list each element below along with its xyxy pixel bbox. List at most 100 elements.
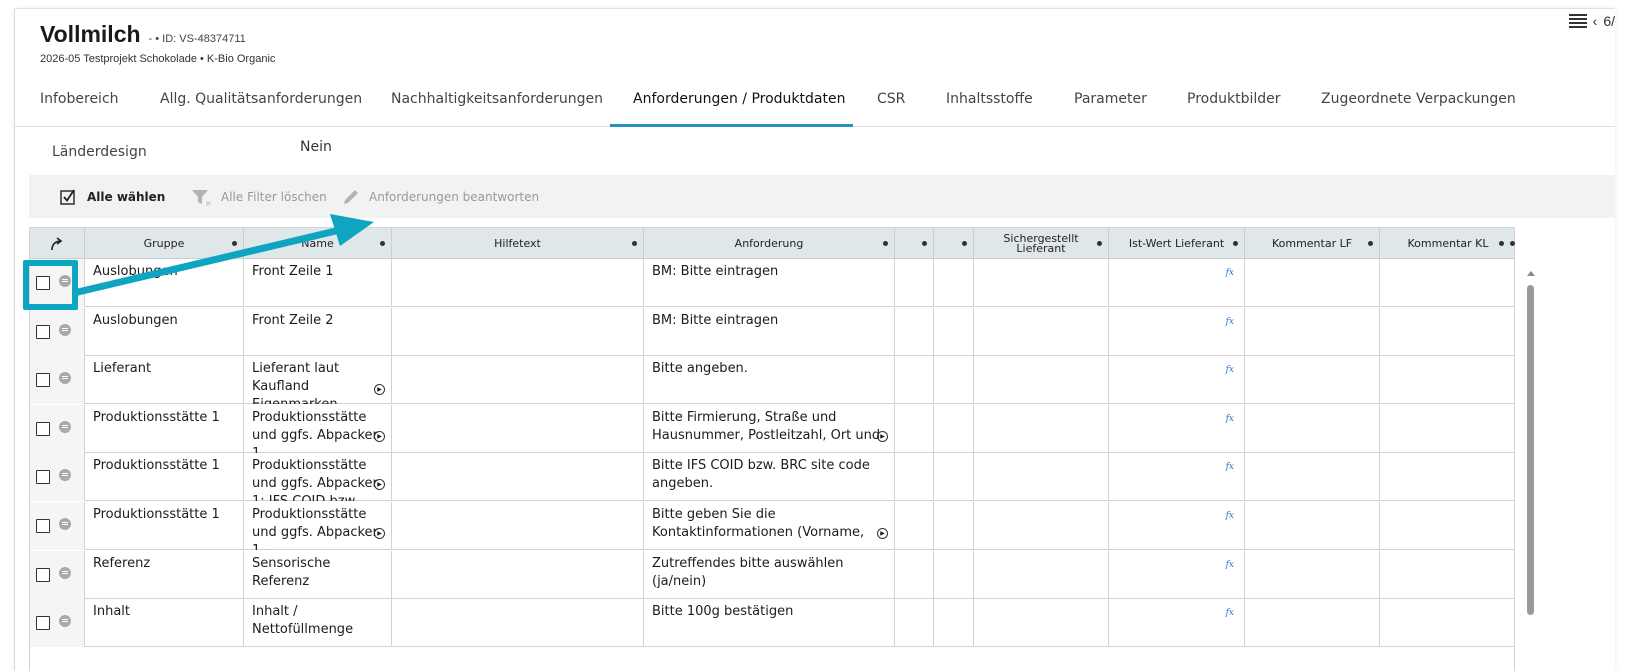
tab-infobereich[interactable]: Infobereich	[40, 87, 119, 127]
header-gruppe[interactable]: Gruppe	[85, 228, 244, 259]
header-kommentar-lf[interactable]: Kommentar LF	[1245, 228, 1380, 259]
tab-inhaltsstoffe[interactable]: Inhaltsstoffe	[946, 87, 1033, 127]
header-anforderung[interactable]: Anforderung	[644, 228, 895, 259]
cell-empty[interactable]	[934, 550, 974, 599]
cell-empty[interactable]	[974, 356, 1109, 405]
column-menu-icon[interactable]	[1510, 241, 1515, 246]
cell-ist-wert[interactable]: fx	[1109, 502, 1245, 550]
column-menu-icon[interactable]	[1499, 241, 1504, 246]
tab-allg-qualitaetsanforderungen[interactable]: Allg. Qualitätsanforderungen	[160, 87, 362, 127]
cell-empty[interactable]	[974, 307, 1109, 356]
cell-empty[interactable]	[974, 502, 1109, 550]
row-checkbox[interactable]	[36, 373, 50, 388]
cell-ist-wert[interactable]: fx	[1109, 550, 1245, 599]
expand-text-icon[interactable]: ▶	[374, 479, 385, 491]
formula-icon[interactable]: fx	[1226, 410, 1234, 428]
cell-empty[interactable]	[1245, 259, 1380, 307]
clear-filters-button[interactable]: × Alle Filter löschen	[191, 187, 327, 207]
cell-empty[interactable]	[974, 550, 1109, 599]
cell-name[interactable]: Produktionsstätte und ggfs. Abpacker 1: …	[244, 453, 392, 502]
answer-requirements-button[interactable]: Anforderungen beantworten	[341, 187, 539, 207]
cell-anforderung[interactable]: Bitte geben Sie die Kontaktinformationen…	[644, 502, 895, 550]
column-menu-icon[interactable]	[962, 241, 967, 246]
row-checkbox[interactable]	[36, 567, 50, 582]
row-checkbox[interactable]	[36, 616, 50, 631]
cell-gruppe[interactable]: Auslobungen	[85, 307, 244, 356]
expand-text-icon[interactable]: ▶	[374, 528, 385, 539]
formula-icon[interactable]: fx	[1226, 604, 1234, 622]
cell-hilfetext[interactable]	[392, 599, 644, 648]
cell-gruppe[interactable]: Auslobungen	[85, 259, 244, 307]
cell-ist-wert[interactable]: fx	[1109, 453, 1245, 502]
cell-hilfetext[interactable]	[392, 404, 644, 453]
cell-name[interactable]: Lieferant laut Kaufland Eigenmarken ▶	[244, 356, 392, 405]
list-menu-icon[interactable]	[1568, 13, 1587, 29]
expand-text-icon[interactable]: ▶	[877, 430, 888, 442]
cell-name[interactable]: Produktionsstätte und ggfs. Abpacker 1▶	[244, 404, 392, 453]
table-row[interactable]: Referenz Sensorische Referenz Zutreffendes…	[30, 550, 1514, 599]
row-checkbox[interactable]	[36, 470, 50, 485]
header-kommentar-kl[interactable]: Kommentar KL	[1380, 228, 1516, 259]
header-col-a[interactable]	[895, 228, 934, 259]
formula-icon[interactable]: fx	[1226, 556, 1234, 574]
header-tree-toggle[interactable]	[30, 228, 85, 259]
cell-name[interactable]: Produktionsstätte und ggfs. Abpacker 1 -…	[244, 502, 392, 550]
tab-produktbilder[interactable]: Produktbilder	[1187, 87, 1281, 127]
cell-anforderung[interactable]: BM: Bitte eintragen	[644, 307, 895, 356]
select-all-button[interactable]: Alle wählen	[59, 187, 165, 207]
cell-empty[interactable]	[934, 502, 974, 550]
scroll-up-icon[interactable]	[1527, 271, 1535, 276]
cell-empty[interactable]	[934, 356, 974, 405]
tab-csr[interactable]: CSR	[877, 87, 905, 127]
header-name[interactable]: Name	[244, 228, 392, 259]
formula-icon[interactable]: fx	[1226, 361, 1234, 379]
row-checkbox[interactable]	[36, 519, 50, 533]
cell-empty[interactable]	[895, 259, 934, 307]
table-row[interactable]: Produktionsstätte 1 Produktionsstätte und…	[30, 404, 1514, 453]
cell-empty[interactable]	[974, 259, 1109, 307]
cell-empty[interactable]	[934, 404, 974, 453]
column-menu-icon[interactable]	[883, 241, 888, 246]
cell-empty[interactable]	[895, 599, 934, 648]
cell-hilfetext[interactable]	[392, 356, 644, 405]
header-hilfetext[interactable]: Hilfetext	[392, 228, 644, 259]
row-select-cell[interactable]	[30, 356, 85, 405]
cell-empty[interactable]	[1380, 356, 1516, 404]
column-menu-icon[interactable]	[1097, 241, 1102, 246]
cell-gruppe[interactable]: Lieferant	[85, 356, 244, 405]
cell-hilfetext[interactable]	[392, 502, 644, 550]
cell-ist-wert[interactable]: fx	[1109, 307, 1245, 356]
tab-parameter[interactable]: Parameter	[1074, 87, 1147, 127]
column-menu-icon[interactable]	[232, 241, 237, 246]
cell-name[interactable]: Front Zeile 1	[244, 259, 392, 307]
cell-anforderung[interactable]: Bitte angeben.	[644, 356, 895, 405]
cell-empty[interactable]	[1380, 453, 1516, 501]
cell-empty[interactable]	[895, 356, 934, 405]
cell-anforderung[interactable]: Zutreffendes bitte auswählen (ja/nein)	[644, 550, 895, 599]
cell-empty[interactable]	[1380, 502, 1516, 550]
cell-empty[interactable]	[895, 453, 934, 502]
column-menu-icon[interactable]	[922, 241, 927, 246]
formula-icon[interactable]: fx	[1226, 264, 1234, 282]
cell-empty[interactable]	[1380, 599, 1516, 647]
scrollbar-thumb[interactable]	[1527, 285, 1534, 615]
cell-ist-wert[interactable]: fx	[1109, 356, 1245, 405]
table-row[interactable]: Produktionsstätte 1 Produktionsstätte und…	[30, 502, 1514, 550]
cell-empty[interactable]	[934, 599, 974, 648]
table-row[interactable]: Lieferant Lieferant laut Kaufland Eigenma…	[30, 356, 1516, 405]
cell-empty[interactable]	[1245, 453, 1380, 502]
chevron-left-icon[interactable]: ‹	[1593, 13, 1598, 29]
cell-empty[interactable]	[934, 453, 974, 502]
cell-empty[interactable]	[895, 502, 934, 550]
cell-empty[interactable]	[895, 307, 934, 356]
cell-anforderung[interactable]: Bitte Firmierung, Straße und Hausnummer,…	[644, 404, 895, 453]
row-checkbox[interactable]	[36, 324, 50, 339]
cell-empty[interactable]	[895, 404, 934, 453]
header-ist-wert[interactable]: Ist-Wert Lieferant	[1109, 228, 1245, 259]
cell-name[interactable]: Inhalt / Nettofüllmenge	[244, 599, 392, 648]
tab-zugeordnete-verpackungen[interactable]: Zugeordnete Verpackungen	[1321, 87, 1516, 127]
tab-nachhaltigkeitsanforderungen[interactable]: Nachhaltigkeitsanforderungen	[391, 87, 603, 127]
header-col-b[interactable]	[934, 228, 974, 259]
cell-empty[interactable]	[1245, 550, 1380, 599]
table-row[interactable]: Produktionsstätte 1 Produktionsstätte und…	[30, 453, 1516, 502]
